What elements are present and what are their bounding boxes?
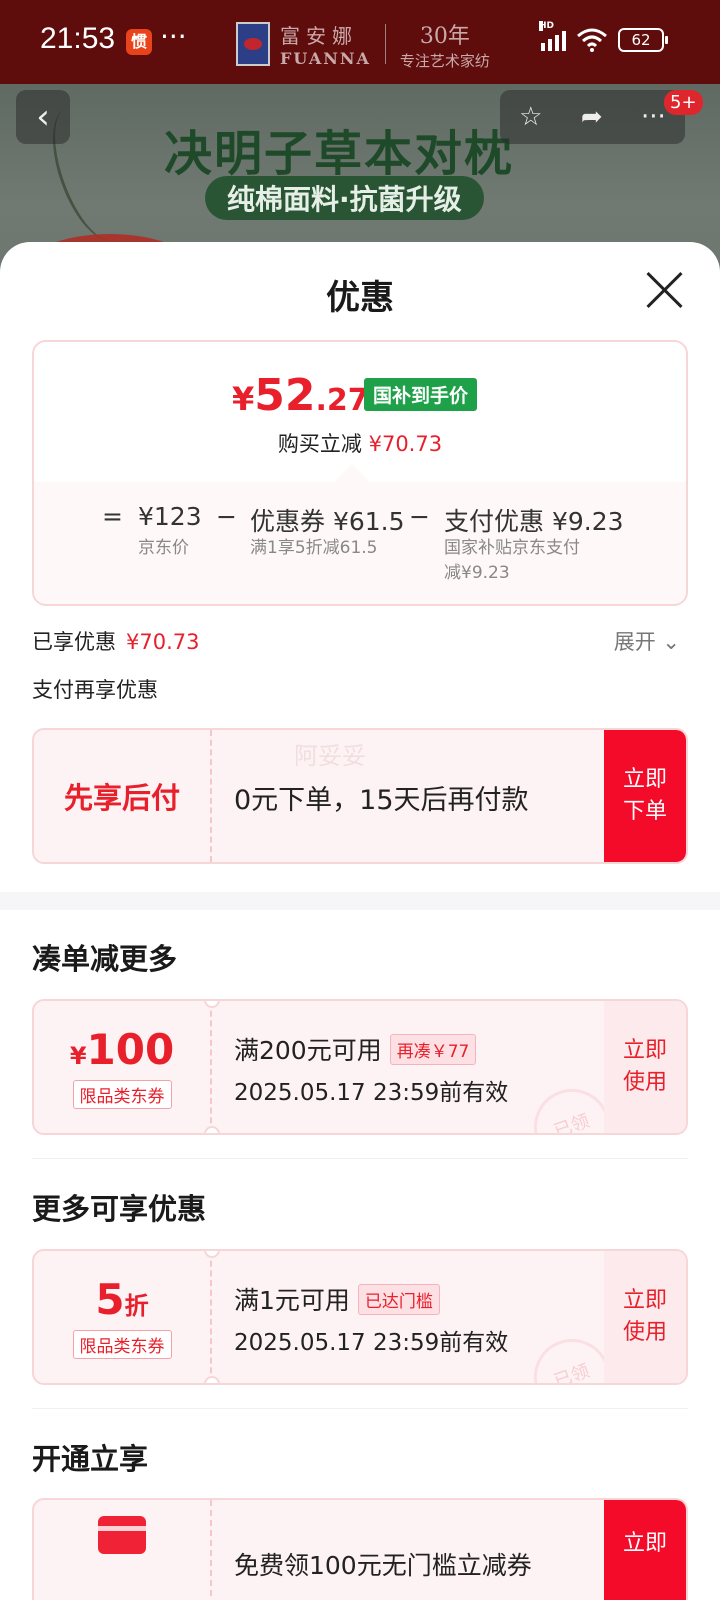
coupon-condition: 满200元可用 再凑￥77 <box>234 1031 508 1067</box>
status-time: 21:53 <box>40 22 116 55</box>
brand-logo-icon <box>236 22 270 66</box>
brand-divider <box>384 24 386 64</box>
open-service-desc: 免费领100元无门槛立减券 <box>234 1551 532 1580</box>
purchase-saving: 购买立减 ¥70.73 <box>277 432 443 456</box>
divider <box>32 1408 688 1409</box>
threshold-met-chip: 已达门槛 <box>357 1283 440 1315</box>
brand-slogan: 专注艺术家纺 <box>399 51 490 70</box>
coupon-validity: 2025.05.17 23:59前有效 <box>234 1330 509 1356</box>
status-bar: 21:53 惯 ··· 富安娜 FUANNA 30年 专注艺术家纺 HD 62 <box>0 0 720 84</box>
order-now-button[interactable]: 立即 下单 <box>604 730 686 862</box>
star-icon[interactable]: ☆ <box>519 102 542 132</box>
banner-title: 决明子草本对枕 <box>164 126 515 182</box>
coupon-amount: ¥100 <box>69 1025 175 1074</box>
section-title-more-order: 凑单减更多 <box>32 942 178 976</box>
open-service-card[interactable]: 免费领100元无门槛立减券 立即 <box>32 1498 688 1600</box>
coupon-condition: 满1元可用 已达门槛 <box>234 1281 508 1317</box>
coupon-discount-desc: 满1享5折减61.5 <box>250 538 378 558</box>
wifi-icon <box>577 28 607 52</box>
bnpl-desc: 0元下单，15天后再付款 <box>234 785 529 816</box>
share-icon[interactable]: ➦ <box>581 102 603 132</box>
add-more-chip: 再凑￥77 <box>389 1033 477 1065</box>
payment-discount: 支付优惠 ¥9.23 <box>444 507 624 536</box>
credit-card-icon <box>98 1516 146 1554</box>
banner-subtitle: 纯棉面料·抗菌升级 <box>205 176 484 220</box>
brand-header: 富安娜 FUANNA 30年 专注艺术家纺 <box>236 20 490 70</box>
brand-name-cn: 富安娜 <box>280 24 358 48</box>
brand-name-en: FUANNA <box>280 49 371 68</box>
brand-years: 30年 <box>419 23 470 49</box>
back-button[interactable]: ‹ <box>16 90 70 144</box>
bnpl-title: 先享后付 <box>63 781 180 815</box>
use-now-button[interactable]: 立即 使用 <box>604 1001 686 1133</box>
chevron-down-icon: ⌄ <box>662 630 680 654</box>
minus-sign: − <box>409 502 430 531</box>
top-actions: ☆ ➦ ··· <box>500 90 685 144</box>
jd-price: ¥123 <box>138 502 202 531</box>
activate-now-button[interactable]: 立即 <box>604 1500 686 1600</box>
subsidy-price-tag: 国补到手价 <box>364 378 478 411</box>
use-now-button[interactable]: 立即 使用 <box>604 1251 686 1383</box>
payment-discount-desc: 国家补贴京东支付 减¥9.23 <box>444 538 580 583</box>
more-icon[interactable]: ··· <box>641 102 666 132</box>
coupon-amount: 5折 <box>95 1275 149 1324</box>
cellular-signal-icon: HD <box>539 21 566 51</box>
section-title-open-enjoy: 开通立享 <box>32 1442 149 1476</box>
more-notifications-icon: ··· <box>160 20 187 53</box>
hd-label: HD <box>539 21 555 31</box>
final-price: ¥52.27 <box>232 370 369 421</box>
expand-button[interactable]: 展开 ⌄ <box>614 626 680 656</box>
coupon-card[interactable]: 5折 限品类东券 满1元可用 已达门槛 2025.05.17 23:59前有效 … <box>32 1249 688 1385</box>
equals-sign: = <box>102 502 123 531</box>
enjoyed-discount: 已享优惠 ¥70.73 <box>32 630 200 654</box>
minus-sign: − <box>216 502 237 531</box>
price-breakdown-card: ¥52.27 国补到手价 购买立减 ¥70.73 = ¥123 京东价 − 优惠… <box>32 340 688 606</box>
sheet-title: 优惠 <box>326 278 394 318</box>
battery-icon: 62 <box>618 28 668 52</box>
coupon-type: 限品类东券 <box>72 1080 172 1109</box>
section-divider <box>0 892 720 910</box>
divider <box>32 1158 688 1159</box>
message-badge: 5+ <box>664 90 703 115</box>
section-title-more-discounts: 更多可享优惠 <box>32 1192 207 1226</box>
bnpl-card[interactable]: 先享后付 阿妥妥 0元下单，15天后再付款 立即 下单 <box>32 728 688 864</box>
coupon-discount: 优惠券 ¥61.5 <box>250 507 405 536</box>
close-icon[interactable] <box>644 270 684 310</box>
discount-sheet: 优惠 ¥52.27 国补到手价 购买立减 ¥70.73 = ¥123 京东价 −… <box>0 242 720 1600</box>
coupon-validity: 2025.05.17 23:59前有效 <box>234 1080 509 1106</box>
coupon-type: 限品类东券 <box>72 1330 172 1359</box>
app-notification-icon: 惯 <box>126 29 152 55</box>
pay-more-label: 支付再享优惠 <box>32 678 158 702</box>
chevron-left-icon: ‹ <box>36 97 50 137</box>
jd-price-label: 京东价 <box>138 538 189 558</box>
coupon-card[interactable]: ¥100 限品类东券 满200元可用 再凑￥77 2025.05.17 23:5… <box>32 999 688 1135</box>
